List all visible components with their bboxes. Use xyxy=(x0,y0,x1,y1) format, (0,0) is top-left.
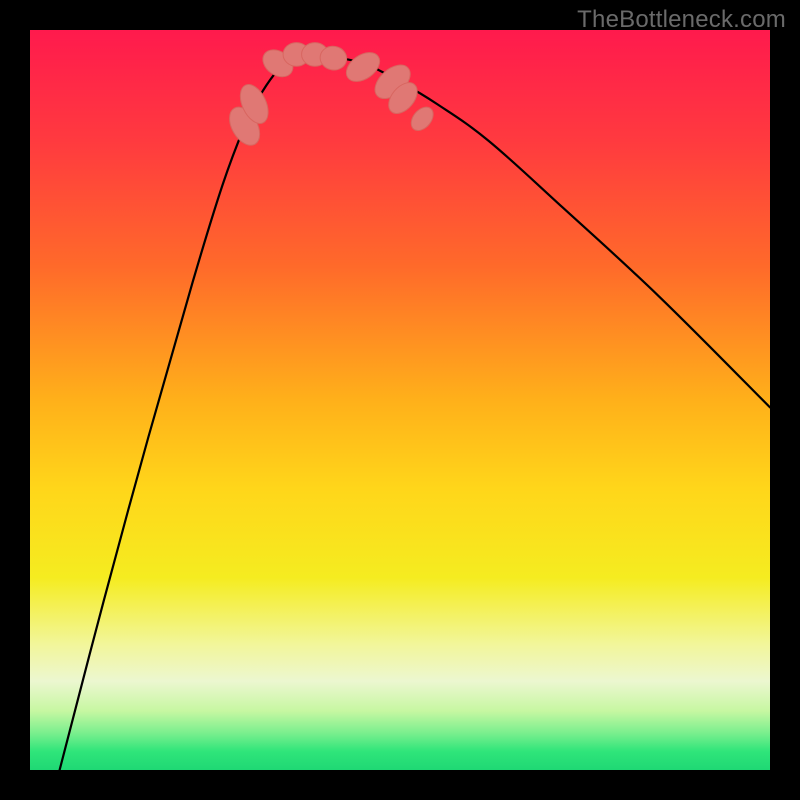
plot-area xyxy=(30,30,770,770)
chart-frame: TheBottleneck.com xyxy=(0,0,800,800)
curve-markers xyxy=(30,30,770,770)
watermark-text: TheBottleneck.com xyxy=(577,6,786,34)
curve-marker xyxy=(407,103,438,135)
